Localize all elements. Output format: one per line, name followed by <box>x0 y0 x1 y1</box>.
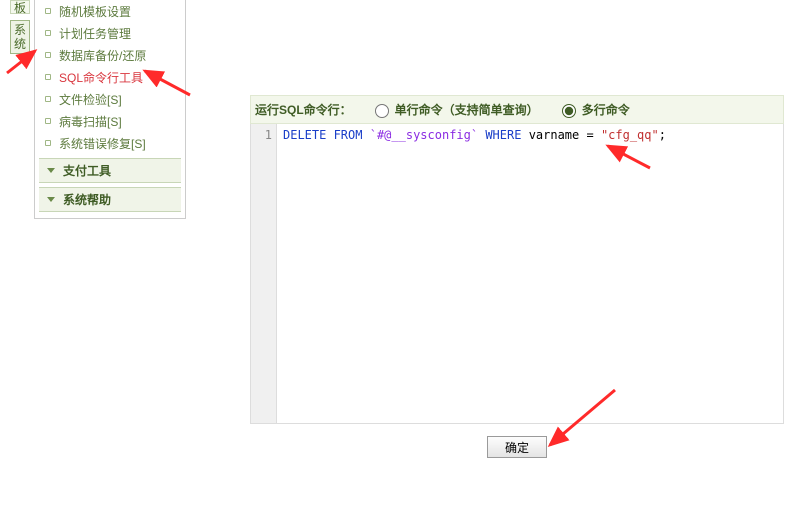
bullet-icon <box>45 118 51 124</box>
sidebar-item-db-backup[interactable]: 数据库备份/还原 <box>35 44 185 66</box>
button-row: 确定 <box>250 424 784 458</box>
panel-label: 系统帮助 <box>63 191 111 208</box>
sidebar-item-file-check[interactable]: 文件检验[S] <box>35 88 185 110</box>
caret-down-icon <box>47 197 55 202</box>
panel-label: 支付工具 <box>63 162 111 179</box>
editor-gutter: 1 <box>251 124 277 423</box>
panel-header-payment[interactable]: 支付工具 <box>39 158 181 183</box>
bullet-icon <box>45 30 51 36</box>
sql-string: "cfg_qq" <box>601 128 659 142</box>
sidebar-item-cron-tasks[interactable]: 计划任务管理 <box>35 22 185 44</box>
sql-keyword: WHERE <box>485 128 521 142</box>
btn-label: 确定 <box>505 441 529 455</box>
radio-single-line[interactable]: 单行命令（支持简单查询） <box>370 101 539 118</box>
tab-board[interactable]: 板 <box>10 0 30 14</box>
radio-multi-line[interactable]: 多行命令 <box>557 101 630 118</box>
radio-single-input[interactable] <box>375 104 389 118</box>
sidebar: 随机模板设置 计划任务管理 数据库备份/还原 SQL命令行工具 文件检验[S] … <box>34 0 186 219</box>
sidebar-item-random-template[interactable]: 随机模板设置 <box>35 0 185 22</box>
panel-header-help[interactable]: 系统帮助 <box>39 187 181 212</box>
sidebar-item-label: 病毒扫描[S] <box>59 113 122 130</box>
bullet-icon <box>45 140 51 146</box>
sidebar-item-label: 数据库备份/还原 <box>59 47 146 64</box>
sidebar-item-sys-error-fix[interactable]: 系统错误修复[S] <box>35 132 185 154</box>
run-sql-label: 运行SQL命令行： <box>255 101 352 118</box>
sidebar-item-label: 文件检验[S] <box>59 91 122 108</box>
radio-multi-input[interactable] <box>562 104 576 118</box>
sidebar-item-sql-cli[interactable]: SQL命令行工具 <box>35 66 185 88</box>
ok-button[interactable]: 确定 <box>487 436 547 458</box>
sql-editor[interactable]: 1 DELETE FROM `#@__sysconfig` WHERE varn… <box>250 124 784 424</box>
sidebar-item-label: 计划任务管理 <box>59 25 131 42</box>
bullet-icon <box>45 74 51 80</box>
bullet-icon <box>45 8 51 14</box>
sidebar-item-virus-scan[interactable]: 病毒扫描[S] <box>35 110 185 132</box>
main-panel: 运行SQL命令行： 单行命令（支持简单查询） 多行命令 1 DELETE FRO… <box>250 95 784 458</box>
bullet-icon <box>45 96 51 102</box>
tab-label: 板 <box>14 1 26 15</box>
tab-label: 系统 <box>14 23 26 51</box>
sql-text: ; <box>659 128 666 142</box>
sidebar-item-label: 系统错误修复[S] <box>59 135 146 152</box>
caret-down-icon <box>47 168 55 173</box>
sidebar-item-label: SQL命令行工具 <box>59 69 143 86</box>
sql-keyword: DELETE FROM <box>283 128 362 142</box>
sql-mode-row: 运行SQL命令行： 单行命令（支持简单查询） 多行命令 <box>250 95 784 124</box>
sql-table: `#@__sysconfig` <box>370 128 478 142</box>
sql-text: varname = <box>529 128 601 142</box>
radio-label: 多行命令 <box>582 101 630 118</box>
sidebar-item-label: 随机模板设置 <box>59 3 131 20</box>
editor-content[interactable]: DELETE FROM `#@__sysconfig` WHERE varnam… <box>277 124 783 423</box>
tab-system[interactable]: 系统 <box>10 20 30 54</box>
line-number: 1 <box>251 128 272 142</box>
radio-label: 单行命令（支持简单查询） <box>395 101 539 118</box>
bullet-icon <box>45 52 51 58</box>
